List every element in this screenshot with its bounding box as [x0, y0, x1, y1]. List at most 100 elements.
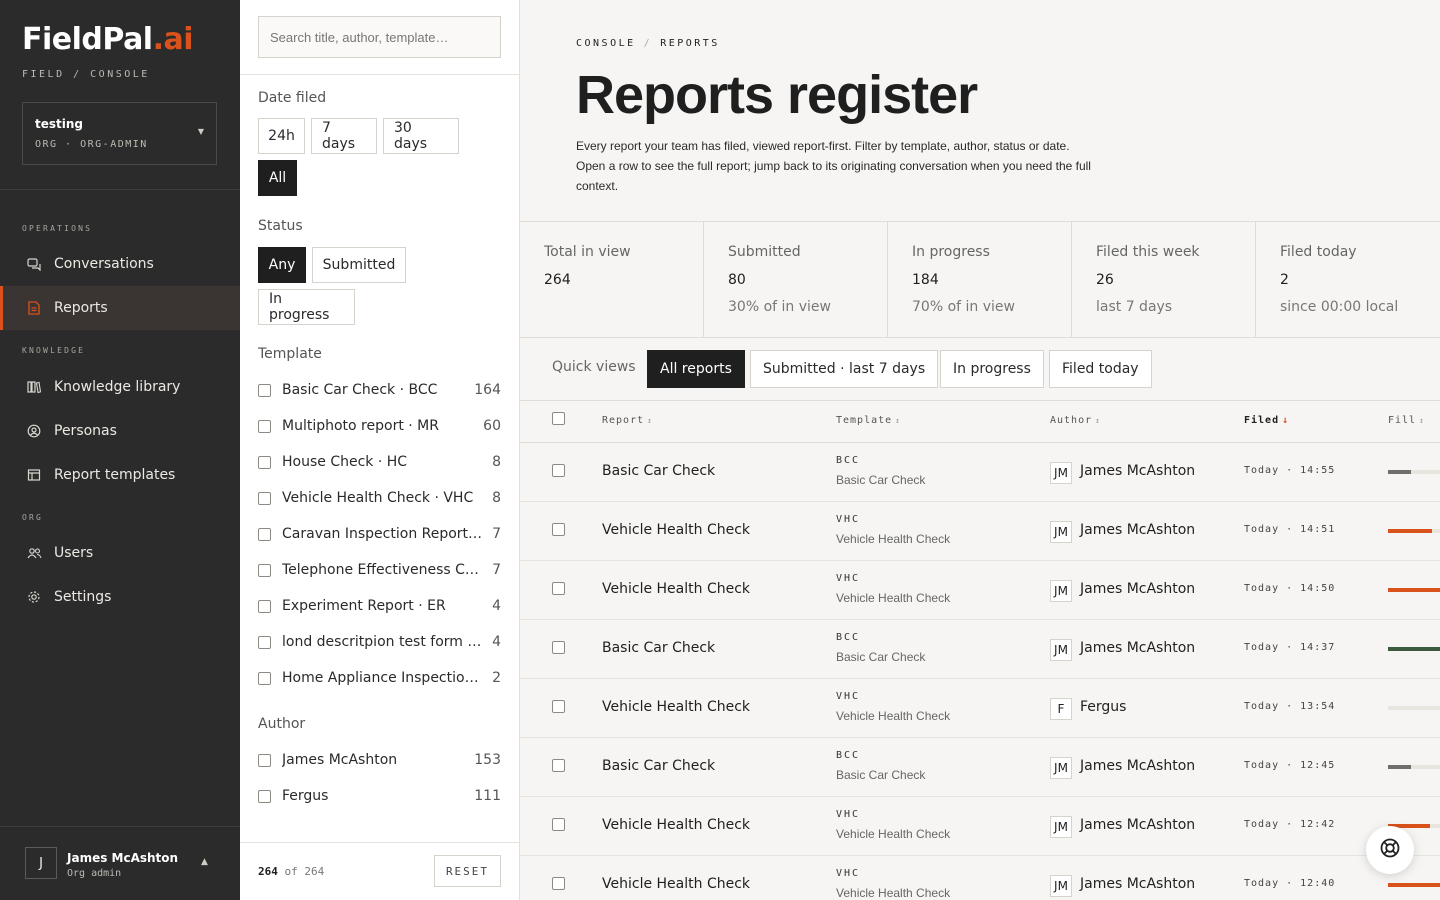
logo[interactable]: FieldPal.ai [22, 22, 194, 57]
nav-label: Personas [54, 423, 117, 439]
author-name: James McAshton [1080, 581, 1196, 597]
template-option[interactable]: lond descritpion test form … 4 [258, 630, 501, 654]
report-title[interactable]: Vehicle Health Check [602, 581, 750, 597]
nav-item-knowledge-library[interactable]: Knowledge library [0, 365, 240, 409]
row-checkbox[interactable] [552, 582, 565, 595]
nav-item-report-templates[interactable]: Report templates [0, 453, 240, 497]
nav-label: Knowledge library [54, 379, 181, 395]
quick-view-filed-today[interactable]: Filed today [1049, 350, 1152, 388]
nav-item-conversations[interactable]: Conversations [0, 242, 240, 286]
template-option[interactable]: Telephone Effectiveness C… 7 [258, 558, 501, 582]
nav-item-reports[interactable]: Reports [0, 286, 240, 330]
row-checkbox[interactable] [552, 700, 565, 713]
result-count: 264 of 264 [258, 865, 324, 878]
stat-value: 26 [1096, 272, 1114, 288]
row-checkbox[interactable] [552, 818, 565, 831]
template-option[interactable]: Vehicle Health Check · VHC 8 [258, 486, 501, 510]
row-checkbox[interactable] [552, 759, 565, 772]
report-title[interactable]: Basic Car Check [602, 463, 715, 479]
fill-progress-bar [1388, 883, 1440, 887]
search-input[interactable]: Search title, author, template… [258, 16, 501, 58]
report-title[interactable]: Basic Car Check [602, 758, 715, 774]
checkbox[interactable] [258, 753, 271, 767]
fill-progress-bar [1388, 588, 1440, 592]
template-code: BCC [836, 632, 861, 643]
filter-panel: Search title, author, template… Date fil… [240, 0, 520, 900]
checkbox[interactable] [258, 383, 271, 397]
row-checkbox[interactable] [552, 523, 565, 536]
date-chip-24h[interactable]: 24h [258, 118, 305, 154]
select-all-checkbox[interactable] [552, 412, 565, 425]
row-checkbox[interactable] [552, 877, 565, 890]
author-option[interactable]: James McAshton 153 [258, 748, 501, 772]
quick-view-submitted-7-days[interactable]: Submitted · last 7 days [750, 350, 939, 388]
report-title[interactable]: Vehicle Health Check [602, 817, 750, 833]
table-row[interactable]: Vehicle Health Check VHC Vehicle Health Ch… [520, 502, 1440, 561]
help-button[interactable] [1366, 826, 1414, 874]
author-avatar: JM [1050, 816, 1072, 838]
row-checkbox[interactable] [552, 464, 565, 477]
table-row[interactable]: Vehicle Health Check VHC Vehicle Health Ch… [520, 856, 1440, 900]
table-row[interactable]: Basic Car Check BCC Basic Car Check JM James… [520, 738, 1440, 797]
table-row[interactable]: Basic Car Check BCC Basic Car Check JM James… [520, 443, 1440, 502]
page-title: Reports register [576, 65, 978, 125]
quick-view-in-progress[interactable]: In progress [940, 350, 1044, 388]
nav-label: Conversations [54, 256, 154, 272]
template-option[interactable]: Basic Car Check · BCC 164 [258, 378, 501, 402]
report-title[interactable]: Vehicle Health Check [602, 699, 750, 715]
column-header-filed[interactable]: Filed ↓ [1244, 415, 1289, 426]
checkbox[interactable] [258, 491, 271, 505]
nav-item-personas[interactable]: Personas [0, 409, 240, 453]
date-chip-30-days[interactable]: 30 days [383, 118, 459, 154]
report-title[interactable]: Vehicle Health Check [602, 876, 750, 892]
date-chip-7-days[interactable]: 7 days [311, 118, 377, 154]
checkbox[interactable] [258, 419, 271, 433]
checkbox[interactable] [258, 527, 271, 541]
breadcrumb-console[interactable]: CONSOLE [576, 38, 636, 49]
table-row[interactable]: Vehicle Health Check VHC Vehicle Health Ch… [520, 679, 1440, 738]
column-header-label: Report [602, 415, 645, 426]
template-option[interactable]: Caravan Inspection Report… 7 [258, 522, 501, 546]
checkbox[interactable] [258, 563, 271, 577]
checkbox[interactable] [258, 455, 271, 469]
reset-button[interactable]: RESET [434, 855, 501, 887]
stat-label: In progress [912, 244, 990, 260]
author-option[interactable]: Fergus 111 [258, 784, 501, 808]
date-chip-all[interactable]: All [258, 160, 297, 196]
author-avatar: JM [1050, 639, 1072, 661]
template-option[interactable]: Home Appliance Inspectio… 2 [258, 666, 501, 690]
report-title[interactable]: Vehicle Health Check [602, 522, 750, 538]
checkbox[interactable] [258, 635, 271, 649]
checkbox[interactable] [258, 789, 271, 803]
user-menu[interactable]: J James McAshton Org admin ▲ [0, 826, 240, 900]
template-option[interactable]: Experiment Report · ER 4 [258, 594, 501, 618]
author-avatar: JM [1050, 462, 1072, 484]
checkbox[interactable] [258, 671, 271, 685]
nav-item-users[interactable]: Users [0, 531, 240, 575]
template-option[interactable]: Multiphoto report · MR 60 [258, 414, 501, 438]
template-code: VHC [836, 691, 861, 702]
column-header-report[interactable]: Report ↕ [602, 415, 653, 426]
column-header-fill[interactable]: Fill ↕ [1388, 415, 1425, 426]
author-name: James McAshton [1080, 463, 1196, 479]
row-checkbox[interactable] [552, 641, 565, 654]
sort-icon: ↕ [895, 416, 901, 425]
status-chip-in-progress[interactable]: In progress [258, 289, 355, 325]
author-option-label: Fergus [282, 788, 329, 804]
template-code: BCC [836, 750, 861, 761]
template-option[interactable]: House Check · HC 8 [258, 450, 501, 474]
org-switcher[interactable]: testing ORG · ORG-ADMIN ▼ [22, 102, 217, 165]
status-chip-any[interactable]: Any [258, 247, 306, 283]
column-header-template[interactable]: Template ↕ [836, 415, 901, 426]
nav-item-settings[interactable]: Settings [0, 575, 240, 619]
table-row[interactable]: Vehicle Health Check VHC Vehicle Health Ch… [520, 797, 1440, 856]
status-chip-submitted[interactable]: Submitted [312, 247, 406, 283]
column-header-author[interactable]: Author ↕ [1050, 415, 1101, 426]
quick-view-all-reports[interactable]: All reports [647, 350, 745, 388]
stats-strip: Total in view 264 Submitted 80 30% of in vi… [520, 221, 1440, 338]
table-row[interactable]: Basic Car Check BCC Basic Car Check JM James… [520, 620, 1440, 679]
checkbox[interactable] [258, 599, 271, 613]
chat-icon [26, 256, 42, 272]
table-row[interactable]: Vehicle Health Check VHC Vehicle Health Ch… [520, 561, 1440, 620]
report-title[interactable]: Basic Car Check [602, 640, 715, 656]
